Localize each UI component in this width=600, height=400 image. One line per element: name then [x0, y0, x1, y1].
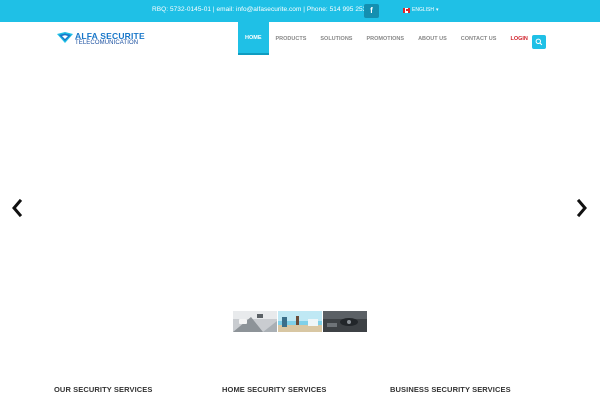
slider-thumbnails	[233, 311, 367, 332]
top-info-bar: RBQ: 5732-0145-01 | email: info@alfasecu…	[0, 0, 600, 22]
nav-solutions[interactable]: SOLUTIONS	[313, 22, 359, 55]
main-nav: HOME PRODUCTS SOLUTIONS PROMOTIONS ABOUT…	[238, 22, 535, 55]
slide-thumbnail[interactable]	[233, 311, 277, 332]
nav-about-us[interactable]: ABOUT US	[411, 22, 454, 55]
logo-mark-icon	[57, 32, 73, 43]
our-security-services-heading: OUR SECURITY SERVICES	[54, 385, 153, 394]
search-icon	[535, 38, 543, 46]
canada-flag-icon	[403, 7, 410, 13]
nav-login[interactable]: LOGIN	[503, 22, 534, 55]
business-security-services-heading: BUSINESS SECURITY SERVICES	[390, 385, 511, 394]
nav-contact-us[interactable]: CONTACT US	[454, 22, 504, 55]
nav-home[interactable]: HOME	[238, 22, 269, 55]
language-selector[interactable]: ENGLISH ▾	[403, 7, 438, 13]
nav-promotions[interactable]: PROMOTIONS	[359, 22, 411, 55]
home-security-services-heading: HOME SECURITY SERVICES	[222, 385, 327, 394]
facebook-icon[interactable]: f	[364, 4, 379, 18]
services-section: OUR SECURITY SERVICES HOME SECURITY SERV…	[0, 385, 600, 400]
chevron-left-icon[interactable]	[9, 198, 25, 218]
contact-info: RBQ: 5732-0145-01 | email: info@alfasecu…	[152, 6, 370, 13]
search-button[interactable]	[532, 35, 546, 49]
slide-thumbnail[interactable]	[278, 311, 322, 332]
chevron-right-icon[interactable]	[574, 198, 590, 218]
nav-products[interactable]: PRODUCTS	[269, 22, 314, 55]
logo-subtitle: TELECOMUNICATION	[75, 39, 139, 46]
site-logo[interactable]: ALFA SECURITE TELECOMUNICATION	[56, 31, 146, 47]
hero-slider	[0, 55, 600, 350]
chevron-down-icon: ▾	[435, 7, 439, 13]
language-label: ENGLISH	[412, 7, 434, 13]
slide-thumbnail[interactable]	[323, 311, 367, 332]
